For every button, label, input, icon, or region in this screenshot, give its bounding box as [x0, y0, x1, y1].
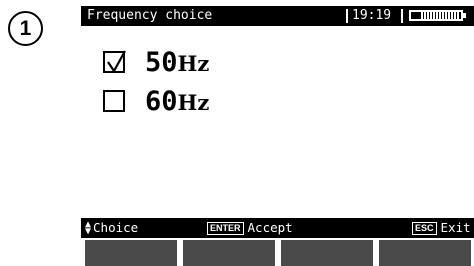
- hint-bar: ▲ ▼ Choice ENTER Accept ESC Exit: [81, 218, 474, 238]
- option-60hz[interactable]: 60Hz: [103, 86, 209, 117]
- divider: [401, 9, 403, 23]
- battery-tip: [463, 13, 466, 18]
- checkbox-60hz[interactable]: [103, 90, 125, 112]
- up-down-arrow-icon: ▲ ▼: [85, 219, 92, 237]
- esc-key-icon: ESC: [412, 221, 437, 235]
- hint-exit-label: Exit: [440, 220, 471, 235]
- option-label-60hz: 60Hz: [145, 86, 209, 117]
- soft-button-4[interactable]: [379, 240, 471, 266]
- option-label-50hz: 50Hz: [145, 47, 209, 78]
- checkmark-icon: [107, 50, 126, 74]
- step-number-badge: 1: [8, 11, 43, 46]
- clock: 19:19: [352, 8, 392, 23]
- hint-exit: ESC Exit: [412, 218, 471, 238]
- hint-accept: ENTER Accept: [207, 218, 293, 238]
- battery-level-fill: [421, 12, 459, 19]
- enter-key-icon: ENTER: [207, 221, 244, 235]
- hint-choice-label: Choice: [93, 220, 139, 235]
- hint-accept-label: Accept: [247, 220, 293, 235]
- hint-choice: ▲ ▼ Choice: [85, 218, 138, 238]
- screen-title: Frequency choice: [87, 8, 213, 23]
- divider: [346, 9, 348, 23]
- soft-button-1[interactable]: [85, 240, 177, 266]
- soft-button-2[interactable]: [183, 240, 275, 266]
- option-50hz[interactable]: 50Hz: [103, 47, 209, 78]
- frequency-value: 50: [145, 46, 178, 78]
- title-bar: Frequency choice 19:19: [81, 6, 474, 26]
- device-screen: Frequency choice 19:19 50Hz 60Hz ▲ ▼ Choi…: [81, 6, 474, 266]
- soft-button-row: [81, 240, 474, 266]
- frequency-unit: Hz: [177, 89, 210, 115]
- frequency-unit: Hz: [177, 50, 210, 76]
- soft-button-3[interactable]: [281, 240, 373, 266]
- checkbox-50hz[interactable]: [103, 50, 126, 74]
- frequency-value: 60: [145, 85, 178, 117]
- battery-icon: [409, 10, 463, 21]
